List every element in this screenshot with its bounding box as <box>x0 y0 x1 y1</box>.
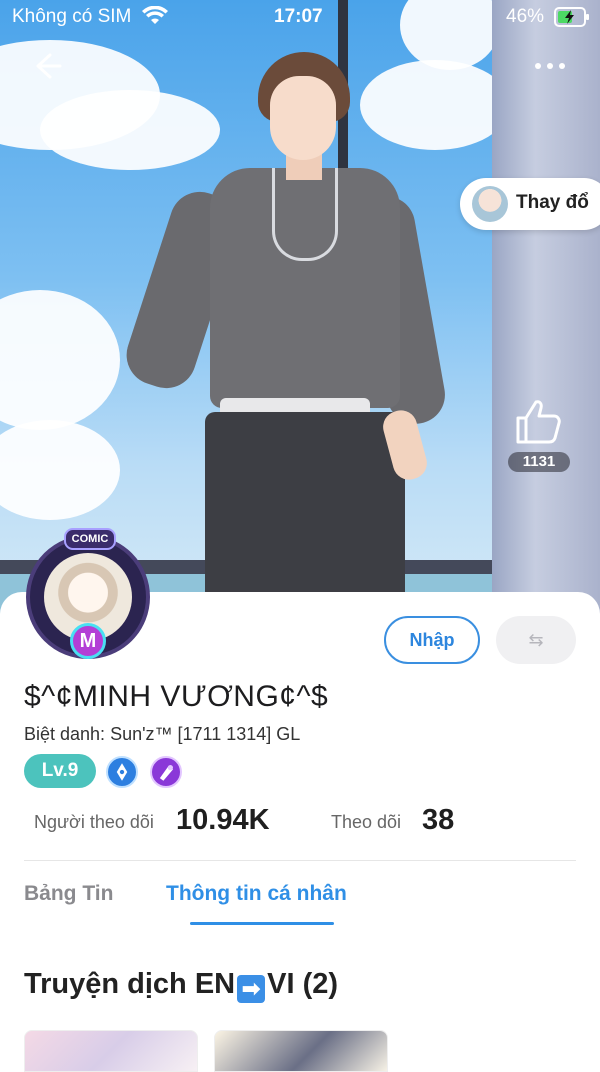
following-count[interactable]: 38 <box>422 804 454 837</box>
artist-brush-badge-icon[interactable] <box>150 756 182 788</box>
comic-thumbnail[interactable] <box>24 1030 198 1072</box>
nickname: Biệt danh: Sun'z™ [1711 1314] GL <box>24 724 301 744</box>
more-options-icon[interactable] <box>530 56 570 76</box>
username: $^¢MINH VƯƠNG¢^$ <box>24 680 329 713</box>
like-count: 1131 <box>508 452 570 472</box>
section-title-suffix: VI (2) <box>267 968 339 1000</box>
right-arrow-icon: ➡ <box>237 975 266 1003</box>
tab-personal-info[interactable]: Thông tin cá nhân <box>166 882 347 906</box>
carrier-text: Không có SIM <box>12 6 132 27</box>
followers-label: Người theo dõi <box>34 812 154 832</box>
following-label: Theo dõi <box>331 812 402 832</box>
change-outfit-label: Thay đổ <box>516 192 589 213</box>
battery-percent: 46% <box>506 6 545 27</box>
enter-button[interactable]: Nhập <box>384 616 480 664</box>
user-avatar[interactable]: COMIC M <box>20 525 156 665</box>
level-badge[interactable]: Lv.9 <box>24 754 96 788</box>
comic-thumbnail[interactable] <box>214 1030 388 1072</box>
avatar-frame-tag: COMIC <box>64 528 116 550</box>
battery-icon <box>554 7 589 27</box>
followers-count[interactable]: 10.94K <box>176 804 270 837</box>
clock-text: 17:07 <box>274 6 323 27</box>
divider <box>24 860 576 861</box>
change-outfit-button[interactable]: Thay đổ <box>460 178 600 230</box>
back-arrow-icon[interactable] <box>32 50 64 82</box>
avatar-frame-badge: M <box>70 623 106 659</box>
outfit-preview-icon <box>472 186 508 222</box>
thumbs-up-icon[interactable] <box>514 398 562 444</box>
section-title-prefix: Truyện dịch EN <box>24 968 236 1000</box>
swap-button[interactable]: ⇆ <box>496 616 576 664</box>
active-tab-indicator <box>190 922 334 925</box>
wifi-icon <box>142 6 168 24</box>
section-title: Truyện dịch EN ➡ VI (2) <box>24 968 338 1003</box>
tab-feed[interactable]: Bảng Tin <box>24 882 113 906</box>
translator-pen-badge-icon[interactable] <box>106 756 138 788</box>
